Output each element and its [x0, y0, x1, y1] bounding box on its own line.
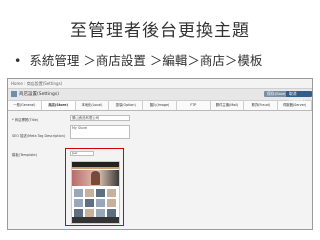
meta-field-label: SEO 描述(Meta Tag Description) — [12, 134, 66, 138]
tab-mail[interactable]: 郵件主機(Mail) — [210, 101, 245, 110]
cancel-button[interactable]: 取消(Cancel) — [286, 91, 312, 102]
settings-header: 商店設置(Settings) 保存(Save) 取消(Cancel) — [8, 88, 312, 102]
settings-icon — [11, 91, 17, 97]
breadcrumb[interactable]: Home : 商店設置(Settings) — [11, 81, 62, 87]
tab-option[interactable]: 選項(Option) — [109, 101, 144, 110]
tab-image[interactable]: 圖片(Image) — [143, 101, 177, 110]
tab-fraud[interactable]: 欺詐(Fraud) — [244, 101, 279, 110]
template-highlight-box — [65, 148, 124, 226]
bullet-text: 系統管理 ＞商店設置 ＞編輯＞商店＞模板 — [29, 53, 263, 68]
tab-ftp[interactable]: FTP — [176, 101, 211, 110]
title-field-label: * 商店標題(Title) — [12, 118, 39, 122]
meta-description-textarea[interactable]: My Store — [70, 125, 130, 139]
bullet-dot-icon: • — [14, 53, 22, 68]
tab-server[interactable]: 伺服器(Server) — [278, 101, 312, 110]
header-title: 商店設置(Settings) — [19, 92, 59, 97]
template-field-label: 模板(Template) — [12, 153, 37, 157]
bullet-item: • 系統管理 ＞商店設置 ＞編輯＞商店＞模板 — [14, 50, 262, 69]
slide-title: 至管理者後台更換主題 — [70, 21, 250, 41]
store-title-input[interactable]: 勝山食品有限公司 — [70, 115, 130, 121]
admin-screenshot: Home : 商店設置(Settings) 商店設置(Settings) 保存(… — [7, 78, 313, 230]
tab-general[interactable]: 一般(General) — [8, 101, 42, 110]
settings-tabs: 一般(General) 商店(Store) 本地化(Local) 選項(Opti… — [8, 101, 312, 111]
tab-store[interactable]: 商店(Store) — [41, 101, 76, 110]
tab-local[interactable]: 本地化(Local) — [75, 101, 110, 110]
